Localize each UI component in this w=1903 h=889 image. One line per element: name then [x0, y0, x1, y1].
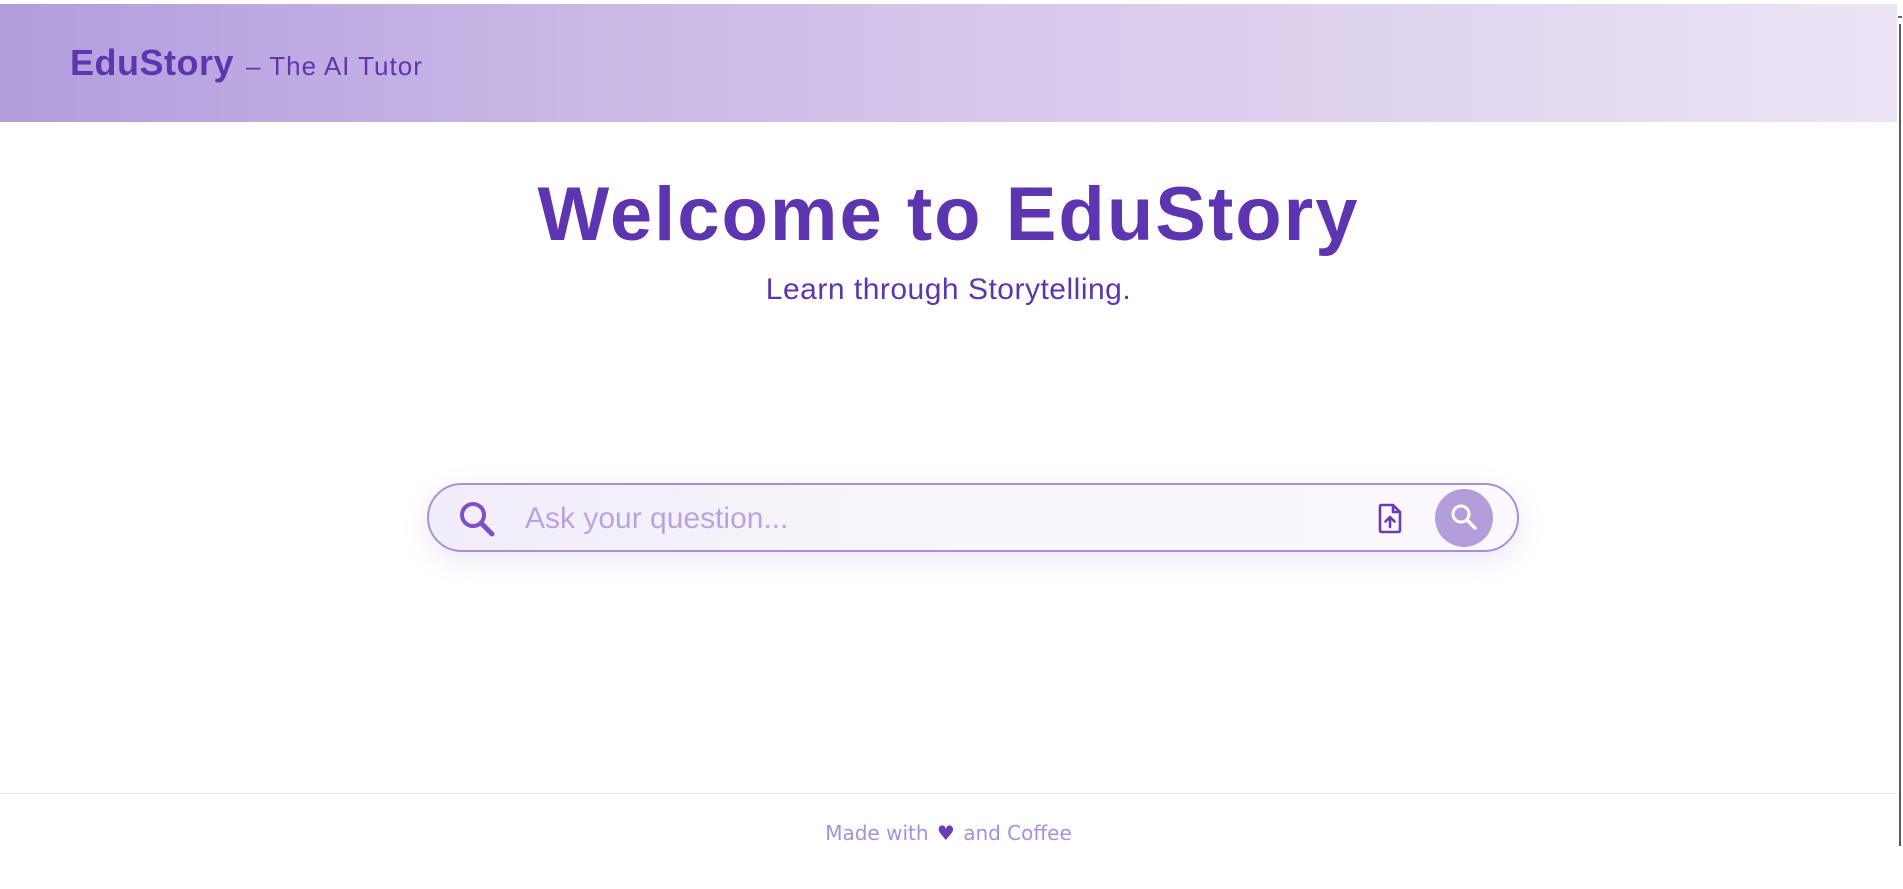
scrollbar-track[interactable] — [1899, 24, 1901, 846]
app-header: EduStory – The AI Tutor — [0, 4, 1897, 122]
footer-divider — [0, 793, 1897, 794]
page: EduStory – The AI Tutor Welcome to EduSt… — [0, 0, 1903, 889]
search-bar — [427, 483, 1519, 552]
scrollbar-arrow[interactable] — [1898, 16, 1902, 18]
upload-file-button[interactable] — [1373, 501, 1407, 535]
search-icon — [1449, 502, 1479, 535]
footer-suffix: and Coffee — [963, 821, 1072, 845]
heart-icon: ♥ — [936, 821, 955, 845]
brand-tagline: – The AI Tutor — [246, 50, 423, 81]
page-title: Welcome to EduStory — [537, 172, 1360, 257]
page-subtitle: Learn through Storytelling. — [765, 273, 1132, 306]
footer-prefix: Made with — [825, 821, 929, 845]
file-upload-icon — [1373, 503, 1407, 538]
search-icon — [457, 499, 497, 539]
brand-logo-text[interactable]: EduStory — [70, 42, 234, 84]
footer: Made with ♥ and Coffee — [0, 820, 1897, 846]
submit-search-button[interactable] — [1435, 489, 1493, 547]
question-input[interactable] — [523, 493, 1347, 545]
